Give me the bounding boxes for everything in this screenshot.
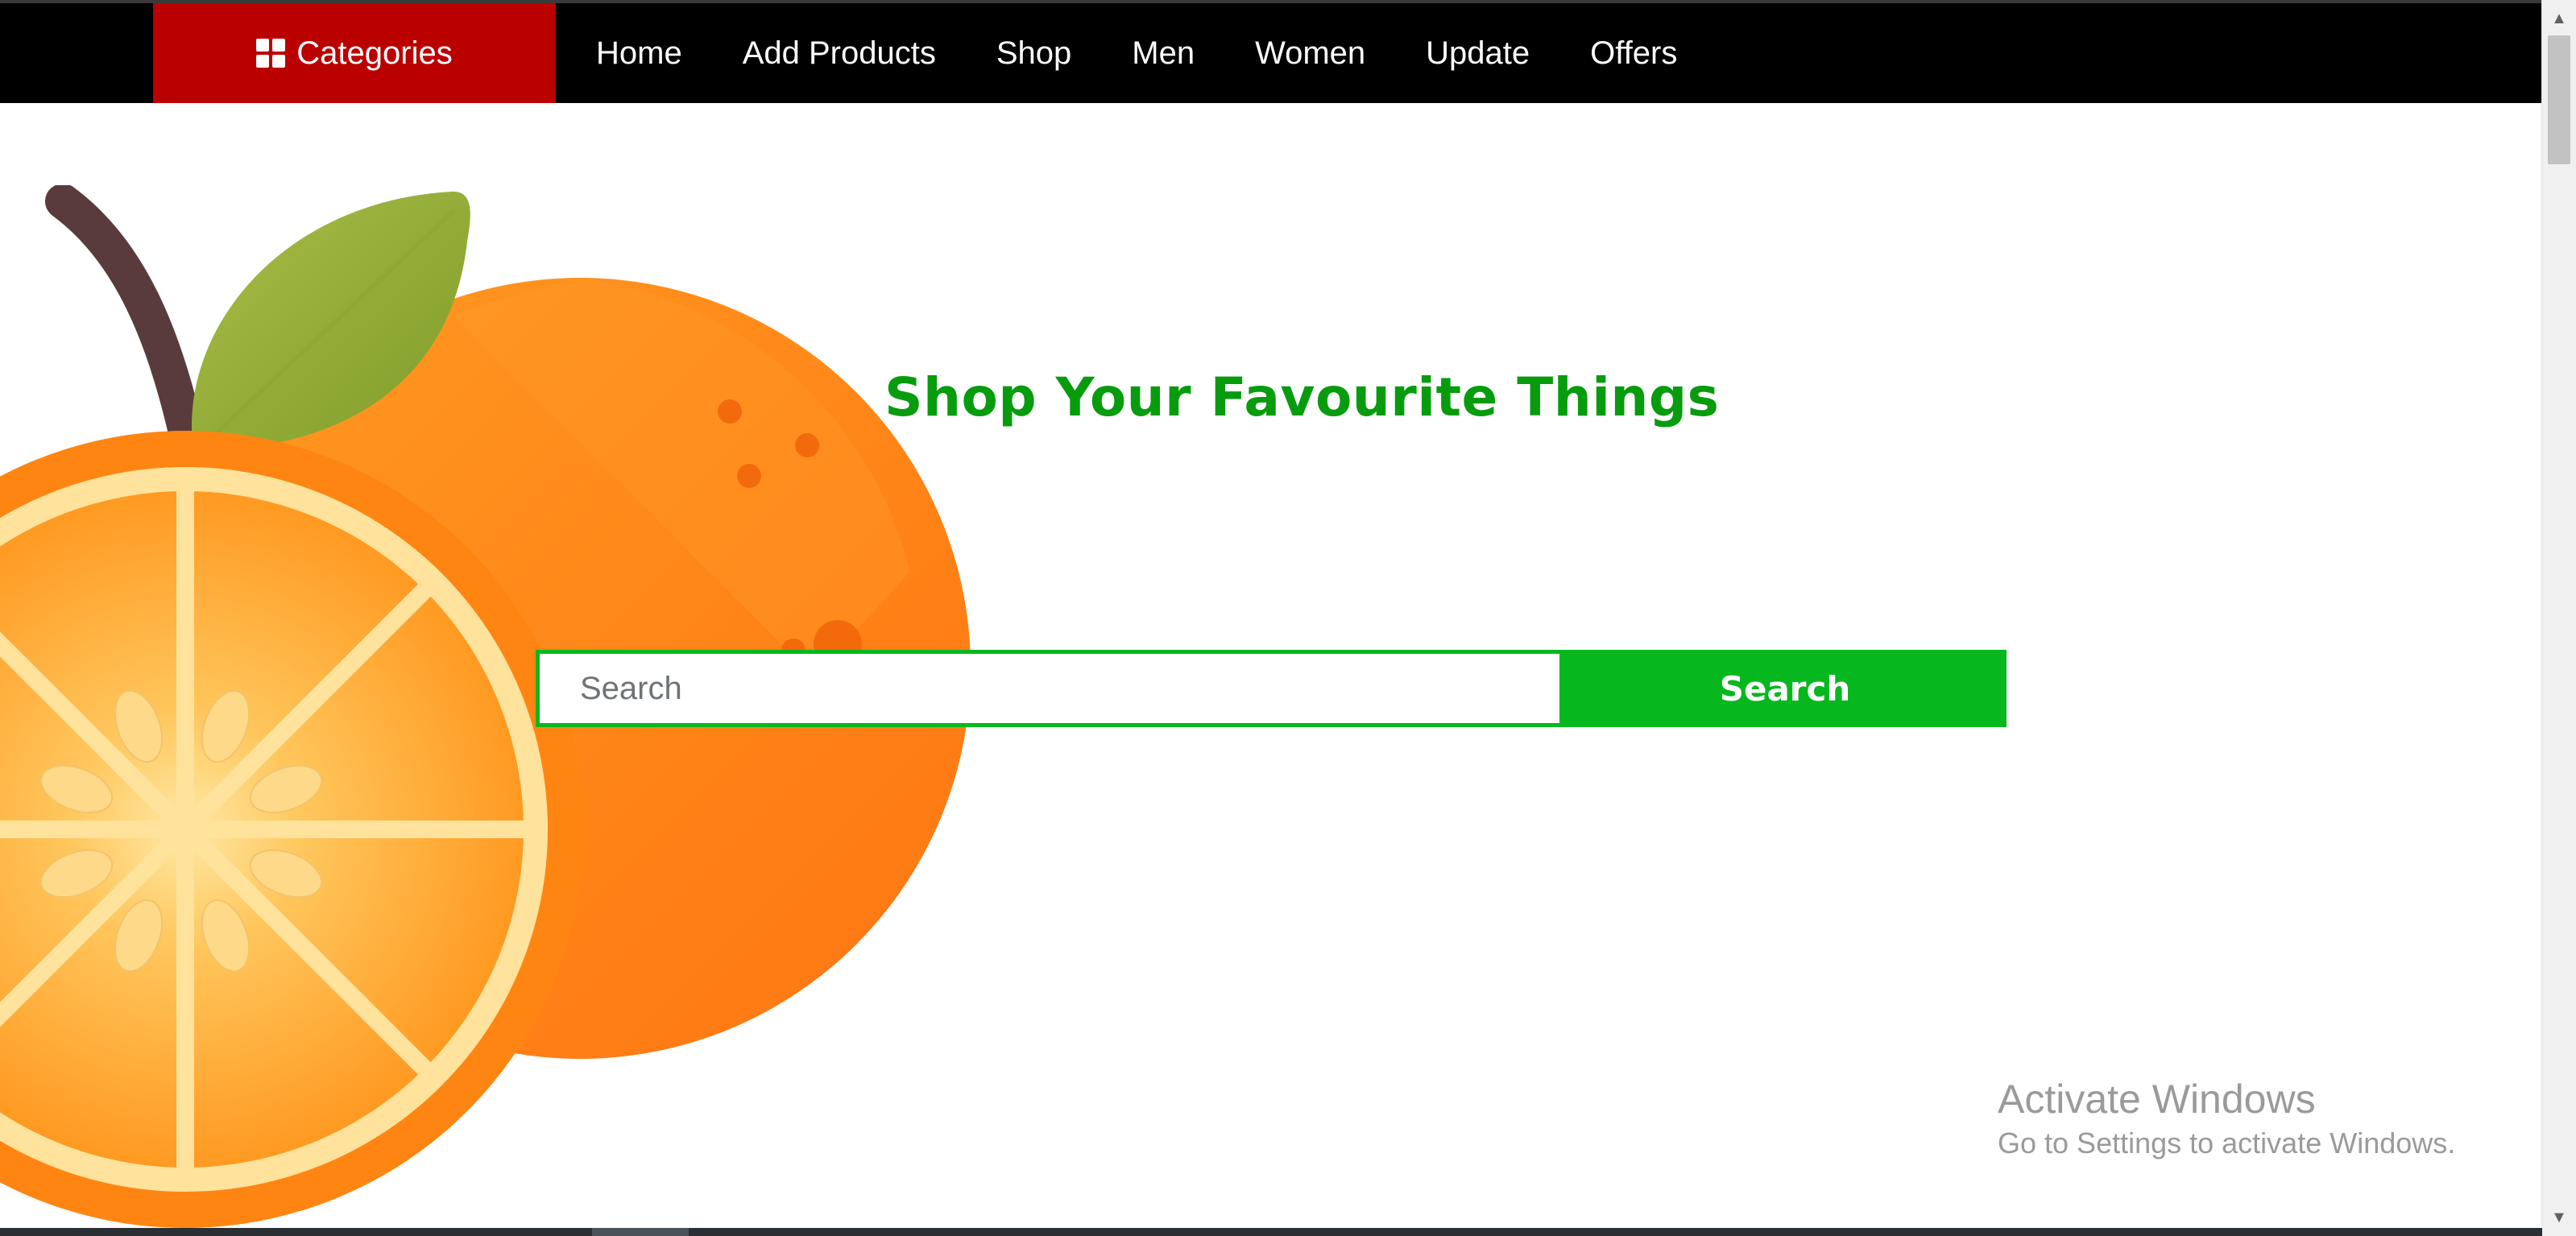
scroll-thumb[interactable] — [2548, 35, 2570, 164]
top-navbar: Categories Home Add Products Shop Men Wo… — [0, 0, 2542, 103]
search-bar: Search — [536, 650, 2007, 727]
watermark-title: Activate Windows — [1998, 1077, 2316, 1122]
search-button[interactable]: Search — [1563, 650, 2007, 727]
nav-link-shop[interactable]: Shop — [996, 35, 1071, 72]
nav-link-men[interactable]: Men — [1132, 35, 1195, 72]
categories-label: Categories — [296, 35, 453, 71]
windows-activation-watermark: Activate Windows Go to Settings to activ… — [1998, 1075, 2455, 1164]
scroll-down-icon[interactable]: ▼ — [2542, 1205, 2576, 1230]
page-title: Shop Your Favourite Things — [884, 366, 1720, 428]
grid-icon — [256, 39, 286, 68]
taskbar-strip — [0, 1228, 2542, 1236]
watermark-subtitle: Go to Settings to activate Windows. — [1998, 1126, 2456, 1160]
nav-link-offers[interactable]: Offers — [1590, 35, 1677, 72]
search-input[interactable] — [536, 650, 1563, 727]
taskbar-active-indicator — [592, 1228, 689, 1236]
scroll-up-icon[interactable]: ▲ — [2542, 6, 2576, 31]
nav-link-update[interactable]: Update — [1426, 35, 1530, 72]
categories-button[interactable]: Categories — [153, 3, 556, 103]
nav-links: Home Add Products Shop Men Women Update … — [596, 3, 1737, 103]
nav-link-add-products[interactable]: Add Products — [743, 35, 936, 72]
page: Categories Home Add Products Shop Men Wo… — [0, 0, 2576, 1236]
nav-link-home[interactable]: Home — [596, 35, 682, 72]
vertical-scrollbar[interactable]: ▲ ▼ — [2541, 0, 2576, 1236]
nav-link-women[interactable]: Women — [1255, 35, 1365, 72]
